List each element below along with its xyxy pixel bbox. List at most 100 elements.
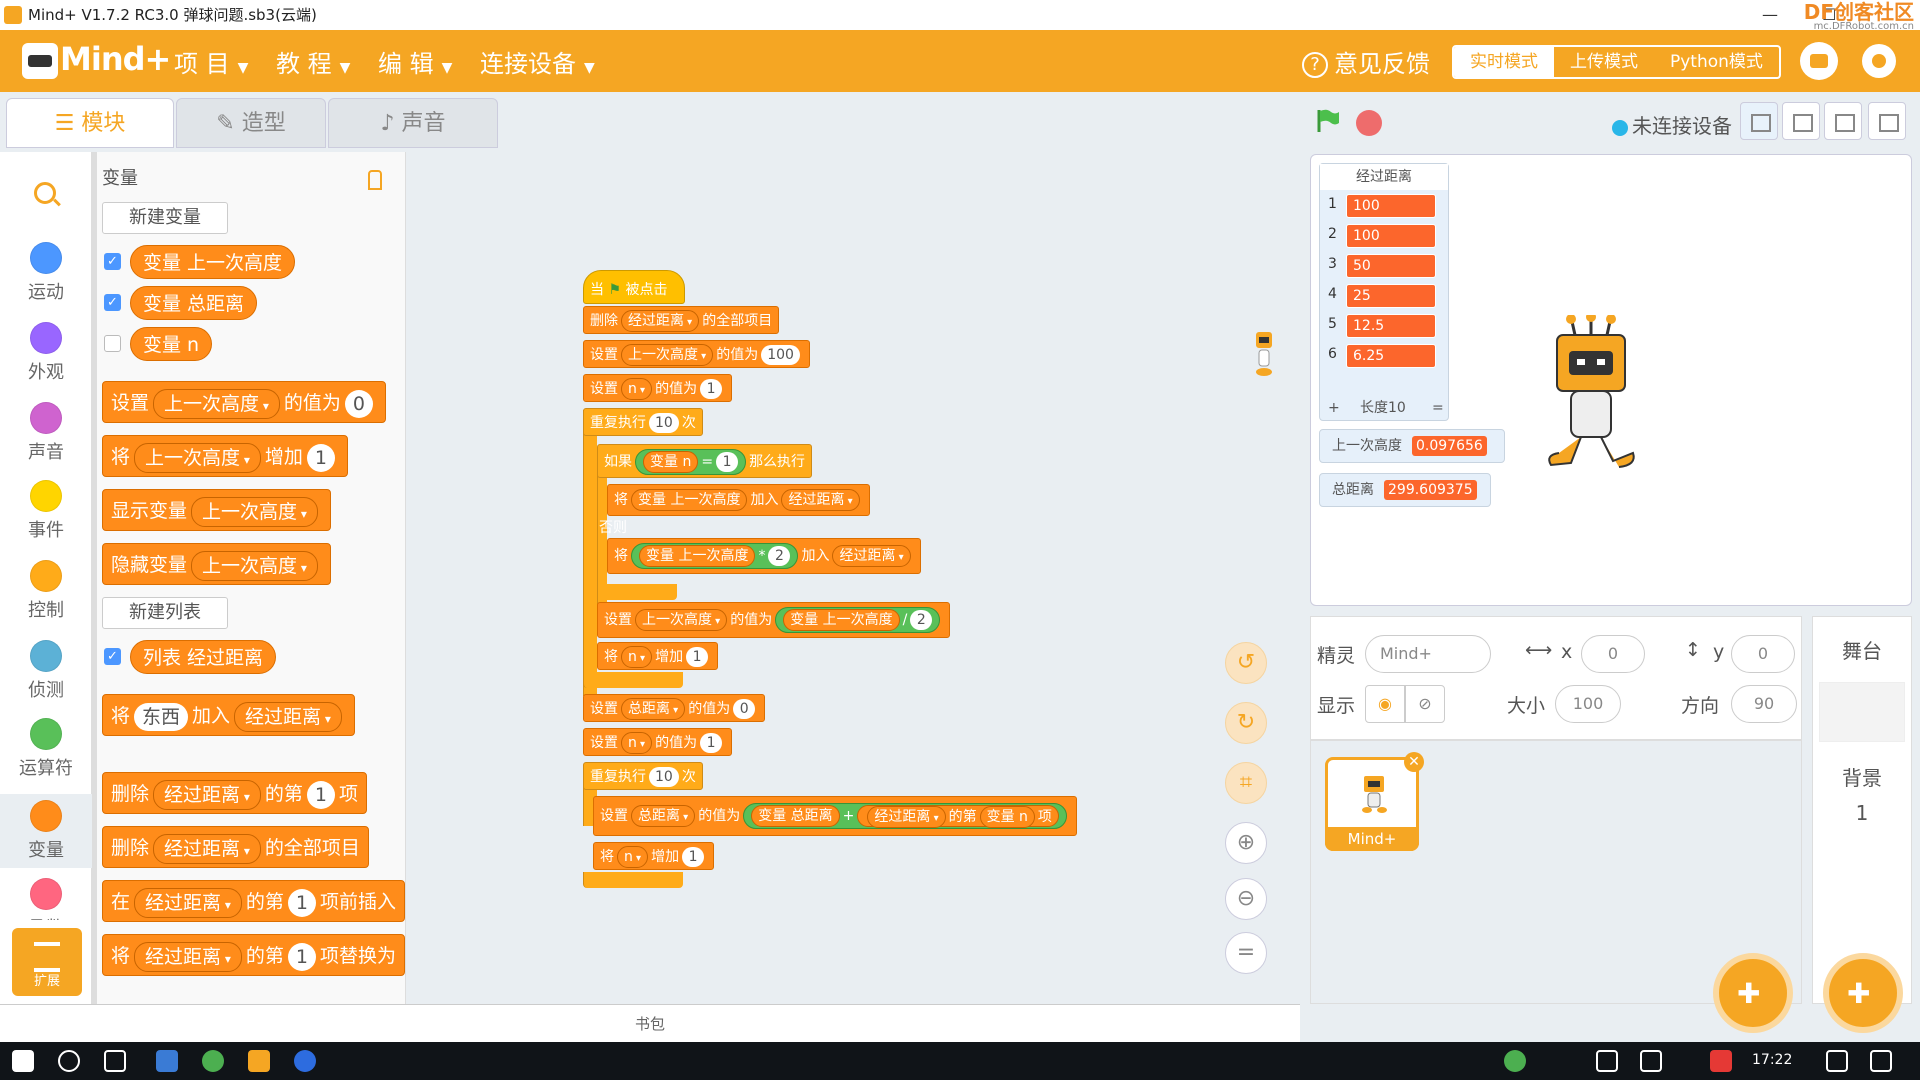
show-variable-block[interactable]: 显示变量 上一次高度	[102, 489, 331, 531]
add-to-list-block[interactable]: 将东西 加入 经过距离	[102, 694, 355, 736]
var-dropdown[interactable]: 上一次高度	[191, 550, 318, 581]
multiply-operator[interactable]: 变量 上一次高度 * 2	[631, 543, 799, 569]
menu-tutorial[interactable]: 教 程 ▼	[276, 44, 350, 79]
y-input[interactable]: 0	[1731, 635, 1795, 673]
category-looks[interactable]: 外观	[0, 322, 92, 384]
value-input[interactable]: 1	[700, 379, 723, 399]
var-dropdown[interactable]: 上一次高度	[153, 388, 280, 419]
crop-icon[interactable]: ⌗	[1225, 762, 1267, 804]
value-input[interactable]: 0	[733, 699, 756, 719]
if-else-block[interactable]: 如果 变量 n = 1 那么执行	[597, 444, 813, 478]
value-input[interactable]: 1	[716, 452, 739, 472]
value-input[interactable]: 100	[761, 345, 800, 365]
tab-code[interactable]: ☰ 模块	[6, 98, 174, 148]
list-checkbox[interactable]: ✓	[104, 648, 121, 665]
reporter-last-height[interactable]: 变量 上一次高度	[783, 609, 900, 631]
value-input[interactable]: 1	[700, 733, 723, 753]
change-variable-block[interactable]: 将上一次高度增加1	[102, 435, 348, 477]
ime-icon[interactable]	[1710, 1050, 1732, 1072]
script-workspace[interactable]: 当 ⚑ 被点击 删除经过距离的全部项目 设置上一次高度的值为100 设置n的值为…	[407, 152, 1300, 1004]
green-flag-icon[interactable]	[1315, 108, 1341, 134]
var-dropdown[interactable]: n	[621, 732, 653, 754]
var-dropdown[interactable]: n	[621, 378, 653, 400]
network-icon[interactable]	[1596, 1050, 1618, 1072]
add-sprite-button[interactable]: ✚	[1713, 953, 1793, 1033]
reporter-total-distance[interactable]: 变量 总距离	[751, 805, 840, 827]
zoom-in-icon[interactable]: ⊕	[1225, 822, 1267, 864]
delete-sprite-icon[interactable]: ✕	[1404, 752, 1424, 772]
category-motion[interactable]: 运动	[0, 242, 92, 304]
show-eye-icon[interactable]: ◉	[1365, 685, 1405, 723]
hide-eye-icon[interactable]: ⊘	[1405, 685, 1445, 723]
index-input[interactable]: 1	[287, 942, 316, 971]
index-input[interactable]: 1	[306, 780, 335, 809]
item-of-list-reporter[interactable]: 经过距离的第变量 n项	[857, 805, 1059, 828]
count-input[interactable]: 10	[649, 413, 679, 433]
index-input[interactable]: 1	[287, 888, 316, 917]
list-value[interactable]: 50	[1346, 254, 1436, 278]
app-icon[interactable]	[156, 1050, 178, 1072]
reporter-list-distance[interactable]: 列表 经过距离	[130, 640, 277, 674]
x-input[interactable]: 0	[1581, 635, 1645, 673]
var-dropdown[interactable]: 总距离	[621, 698, 686, 720]
list-dropdown[interactable]: 经过距离	[134, 887, 242, 918]
palette-scrollbar[interactable]	[92, 152, 97, 1004]
category-events[interactable]: 事件	[0, 480, 92, 542]
reporter-total-distance[interactable]: 变量 总距离	[130, 286, 258, 320]
var-dropdown[interactable]: 上一次高度	[635, 609, 728, 631]
menu-edit[interactable]: 编 辑 ▼	[378, 44, 452, 79]
search-icon[interactable]	[34, 182, 56, 204]
new-variable-button[interactable]: 新建变量	[102, 202, 228, 234]
add-last-height-block[interactable]: 将变量 上一次高度 加入 经过距离	[607, 484, 870, 516]
list-dropdown[interactable]: 经过距离	[234, 701, 342, 732]
category-operators[interactable]: 运算符	[0, 718, 92, 780]
tab-costumes[interactable]: ✎ 造型	[176, 98, 326, 148]
var-dropdown[interactable]: n	[617, 846, 649, 868]
value-input[interactable]: 2	[768, 546, 791, 566]
task-view-icon[interactable]	[104, 1050, 126, 1072]
list-value[interactable]: 25	[1346, 284, 1436, 308]
undo-icon[interactable]: ↺	[1225, 642, 1267, 684]
windows-start-icon[interactable]	[12, 1050, 34, 1072]
var-dropdown[interactable]: n	[621, 646, 653, 668]
stage-panel[interactable]: 舞台 背景 1 ✚	[1812, 616, 1912, 1033]
set-variable-block[interactable]: 设置上一次高度的值为0	[102, 381, 386, 423]
value-input[interactable]: 1	[686, 647, 709, 667]
var-dropdown[interactable]: 上一次高度	[134, 442, 261, 473]
value-input[interactable]: 0	[344, 389, 373, 418]
repeat-block[interactable]: 重复执行 10 次	[583, 408, 703, 436]
backpack-bar[interactable]: 书包	[0, 1004, 1300, 1042]
var-checkbox[interactable]	[104, 335, 121, 352]
zoom-reset-icon[interactable]: =	[1225, 932, 1267, 974]
new-list-button[interactable]: 新建列表	[102, 597, 228, 629]
list-dropdown[interactable]: 经过距离	[781, 489, 860, 511]
menu-project[interactable]: 项 目 ▼	[174, 44, 248, 79]
replace-item-block[interactable]: 将经过距离的第1项替换为	[102, 934, 405, 976]
add-double-height-block[interactable]: 将变量 上一次高度 * 2 加入 经过距离	[607, 538, 921, 574]
mindplus-taskbar-icon[interactable]	[248, 1050, 270, 1072]
size-input[interactable]: 100	[1555, 685, 1621, 723]
sprite-name-input[interactable]: Mind+	[1365, 635, 1491, 673]
action-center-icon[interactable]	[1870, 1050, 1892, 1072]
delete-all-block[interactable]: 删除经过距离的全部项目	[102, 826, 369, 868]
stage-canvas[interactable]: 经过距离 1 100 2 100 3 50 4 25 5 12.5 6 6.25 + 长度10…	[1310, 154, 1912, 606]
set-total-distance-block[interactable]: 设置总距离的值为0	[583, 694, 766, 722]
list-dropdown[interactable]: 经过距离	[153, 833, 261, 864]
redo-icon[interactable]: ↻	[1225, 702, 1267, 744]
value-input[interactable]: 1	[306, 443, 335, 472]
divide-operator[interactable]: 变量 上一次高度/2	[775, 607, 941, 633]
extension-button[interactable]: 扩展	[12, 928, 82, 996]
taskbar-clock[interactable]: 17:22	[1752, 1052, 1792, 1068]
zoom-out-icon[interactable]: ⊖	[1225, 878, 1267, 920]
change-n-block-2[interactable]: 将n增加1	[593, 842, 715, 870]
reporter-n[interactable]: 变量 n	[979, 806, 1035, 828]
list-dropdown[interactable]: 经过距离	[134, 941, 242, 972]
add-backdrop-button[interactable]: ✚	[1823, 953, 1903, 1033]
category-sound[interactable]: 声音	[0, 402, 92, 464]
large-stage-layout-button[interactable]	[1824, 102, 1862, 140]
minimize-button[interactable]: —	[1762, 0, 1778, 30]
list-dropdown[interactable]: 经过距离	[153, 779, 261, 810]
python-mode-button[interactable]: Python模式	[1654, 47, 1779, 77]
reporter-last-height[interactable]: 变量 上一次高度	[130, 245, 296, 279]
small-stage-layout-button[interactable]	[1740, 102, 1778, 140]
